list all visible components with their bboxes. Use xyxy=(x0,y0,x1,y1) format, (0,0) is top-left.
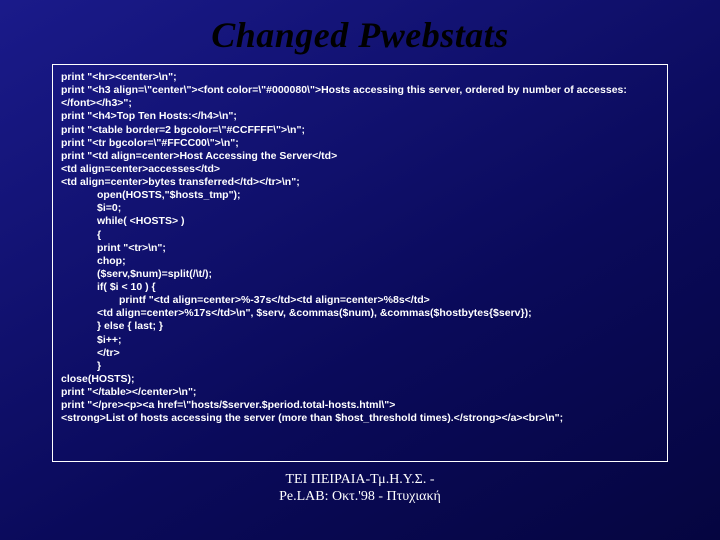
code-line: ($serv,$num)=split(/\t/); xyxy=(61,268,659,281)
slide-title: Changed Pwebstats xyxy=(0,0,720,64)
code-line: print "<td align=center>Host Accessing t… xyxy=(61,150,337,162)
code-line: chop; xyxy=(61,255,659,268)
code-line: print "<tr>\n"; xyxy=(61,242,659,255)
code-line: open(HOSTS,"$hosts_tmp"); xyxy=(61,189,659,202)
slide-footer: ΤΕΙ ΠΕΙΡΑΙΑ-Τμ.Η.Υ.Σ. - Pe.LAB: Οκτ.'98 … xyxy=(0,462,720,506)
footer-line: Pe.LAB: Οκτ.'98 - Πτυχιακή xyxy=(279,489,441,504)
code-line: <td align=center>bytes transferred</td><… xyxy=(61,176,300,188)
footer-line: ΤΕΙ ΠΕΙΡΑΙΑ-Τμ.Η.Υ.Σ. - xyxy=(286,472,435,487)
code-line: <td align=center>accesses</td> xyxy=(61,163,220,175)
code-box: print "<hr><center>\n"; print "<h3 align… xyxy=(52,64,668,462)
code-line: $i=0; xyxy=(61,202,659,215)
code-line: $i++; xyxy=(61,334,659,347)
code-line: } else { last; } xyxy=(61,320,659,333)
code-line: while( <HOSTS> ) xyxy=(61,215,659,228)
code-line: print "<tr bgcolor=\"#FFCC00\">\n"; xyxy=(61,137,239,149)
code-line: close(HOSTS); xyxy=(61,373,135,385)
code-line: print "<table border=2 bgcolor=\"#CCFFFF… xyxy=(61,124,305,136)
code-line: } xyxy=(61,360,659,373)
code-line: print "</pre><p><a href=\"hosts/$server.… xyxy=(61,399,395,411)
code-line: <strong>List of hosts accessing the serv… xyxy=(61,412,563,424)
code-line: print "<h4>Top Ten Hosts:</h4>\n"; xyxy=(61,110,237,122)
code-line: print "<h3 align=\"center\"><font color=… xyxy=(61,84,627,109)
code-line: printf "<td align=center>%-37s</td><td a… xyxy=(61,294,659,307)
code-line: { xyxy=(61,229,659,242)
code-line: print "</table></center>\n"; xyxy=(61,386,196,398)
code-line: <td align=center>%17s</td>\n", $serv, &c… xyxy=(61,307,659,320)
code-line: if( $i < 10 ) { xyxy=(61,281,659,294)
code-line: </tr> xyxy=(61,347,659,360)
code-line: print "<hr><center>\n"; xyxy=(61,71,177,83)
